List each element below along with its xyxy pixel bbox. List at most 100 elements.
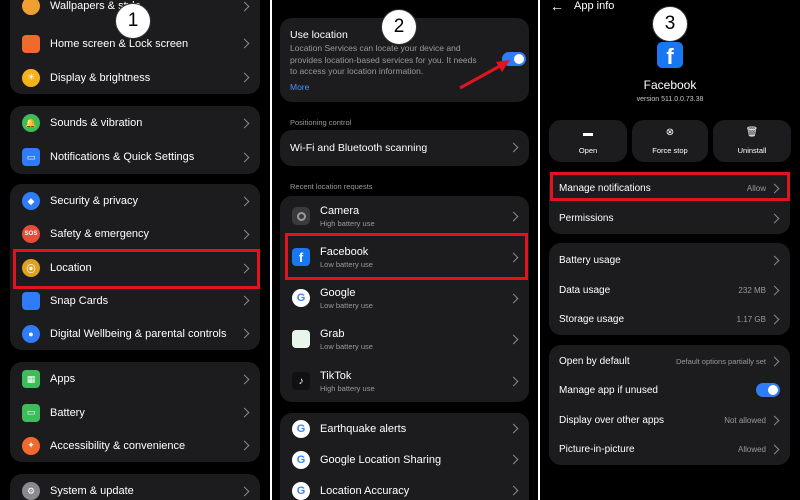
location-panel: Use location Location Services can locat… [272, 0, 538, 500]
highlight-box [13, 249, 260, 289]
google-icon: G [292, 481, 310, 500]
settings-item-display[interactable]: ☀ Display & brightness [10, 61, 260, 94]
storage-usage-item[interactable]: Storage usage 1.17 GB [549, 304, 790, 334]
manage-unused-toggle[interactable] [756, 383, 780, 397]
force-stop-label: Force stop [652, 146, 688, 155]
service-label: Earthquake alerts [320, 422, 407, 435]
battery-usage: Low battery use [320, 300, 373, 310]
chevron-right-icon [239, 72, 250, 83]
use-location-title: Use location [290, 29, 348, 41]
recent-item-grab[interactable]: Grab Low battery use [280, 318, 529, 360]
chevron-right-icon [239, 407, 250, 418]
notifications-icon: ▭ [22, 148, 40, 166]
recent-item-google[interactable]: G Google Low battery use [280, 278, 529, 318]
manage-unused-item[interactable]: Manage app if unused [549, 376, 790, 404]
app-name: Google [320, 286, 356, 299]
open-button[interactable]: ▬ Open [549, 120, 627, 162]
chevron-right-icon [508, 334, 519, 344]
settings-item-security[interactable]: ◆ Security & privacy [10, 184, 260, 218]
settings-item-digital-wellbeing[interactable]: ● Digital Wellbeing & parental controls [10, 317, 260, 350]
settings-group-system: ⚙ System & update [10, 474, 260, 500]
settings-item-system[interactable]: ⚙ System & update [10, 474, 260, 500]
force-stop-button[interactable]: ⊗ Force stop [632, 120, 708, 162]
chevron-right-icon [239, 295, 250, 306]
chevron-right-icon [508, 293, 519, 303]
apps-grid-icon: ▦ [22, 370, 40, 388]
google-icon: G [292, 289, 310, 307]
highlight-box [285, 233, 528, 280]
service-google-location-sharing[interactable]: G Google Location Sharing [280, 444, 529, 475]
highlight-box [550, 172, 790, 201]
use-location-description: Location Services can locate your device… [290, 43, 477, 76]
more-link[interactable]: More [290, 82, 309, 92]
chevron-right-icon [769, 285, 780, 295]
app-name: TikTok [320, 369, 352, 382]
display-over-label: Display over other apps [559, 414, 665, 426]
chevron-right-icon [769, 213, 780, 223]
storage-usage-label: Storage usage [559, 313, 625, 325]
app-name: Facebook [643, 78, 697, 92]
settings-group-sound: 🔔 Sounds & vibration ▭ Notifications & Q… [10, 106, 260, 174]
settings-item-sounds[interactable]: 🔔 Sounds & vibration [10, 106, 260, 140]
recent-requests-list: Camera High battery use f Facebook Low bat… [280, 196, 529, 402]
grab-icon [292, 330, 310, 348]
chevron-right-icon [239, 1, 250, 11]
battery-usage: High battery use [320, 383, 375, 393]
recent-item-tiktok[interactable]: ♪ TikTok High battery use [280, 360, 529, 402]
settings-item-notifications[interactable]: ▭ Notifications & Quick Settings [10, 140, 260, 174]
app-name: Grab [320, 327, 345, 340]
settings-item-battery[interactable]: ▭ Battery [10, 396, 260, 429]
data-usage-label: Data usage [559, 284, 611, 296]
battery-usage: High battery use [320, 218, 375, 228]
step-badge: 1 [115, 3, 151, 39]
advanced-group: Open by default Default options partiall… [549, 345, 790, 465]
facebook-icon: f [657, 42, 683, 68]
chevron-right-icon [239, 374, 250, 384]
chevron-right-icon [769, 356, 780, 366]
home-screen-icon [22, 34, 40, 53]
permissions-item[interactable]: Permissions [549, 204, 790, 232]
uninstall-button[interactable]: 🗑 Uninstall [713, 120, 791, 162]
red-arrow-icon [459, 60, 510, 90]
display-over-item[interactable]: Display over other apps Not allowed [549, 406, 790, 434]
palette-icon [22, 0, 40, 15]
usage-group: Battery usage Data usage 232 MB Storage … [549, 243, 790, 335]
wifi-bluetooth-scanning[interactable]: Wi-Fi and Bluetooth scanning [280, 130, 529, 166]
camera-icon [292, 207, 310, 225]
chevron-right-icon [508, 142, 519, 153]
chevron-right-icon [508, 376, 519, 386]
battery-usage-label: Battery usage [559, 254, 621, 266]
pip-value: Allowed [737, 444, 766, 454]
permissions-label: Permissions [559, 212, 614, 224]
service-label: Google Location Sharing [320, 453, 442, 466]
service-location-accuracy[interactable]: G Location Accuracy [280, 475, 529, 500]
chevron-right-icon [769, 415, 780, 425]
app-name: Camera [320, 204, 360, 217]
chevron-right-icon [239, 118, 250, 128]
settings-item-accessibility[interactable]: ✦ Accessibility & convenience [10, 429, 260, 462]
stop-icon: ⊗ [665, 127, 675, 138]
sun-icon: ☀ [22, 68, 40, 87]
trash-icon: 🗑 [745, 127, 759, 138]
data-usage-value: 232 MB [738, 285, 766, 295]
battery-icon: ▭ [22, 403, 40, 422]
positioning-header: Positioning control [290, 118, 352, 127]
service-earthquake-alerts[interactable]: G Earthquake alerts [280, 413, 529, 444]
chevron-right-icon [508, 211, 519, 221]
pip-item[interactable]: Picture-in-picture Allowed [549, 435, 790, 463]
folder-open-icon: ▬ [583, 128, 593, 139]
open-by-default-item[interactable]: Open by default Default options partiall… [549, 347, 790, 375]
service-label: Location Accuracy [320, 484, 410, 497]
recent-item-camera[interactable]: Camera High battery use [280, 196, 529, 236]
chevron-right-icon [769, 255, 780, 265]
battery-usage-item[interactable]: Battery usage [549, 245, 790, 275]
app-version: version 511.0.0.73.38 [636, 96, 704, 103]
data-usage-item[interactable]: Data usage 232 MB [549, 275, 790, 305]
chevron-right-icon [239, 229, 250, 239]
step-badge: 3 [652, 6, 688, 42]
bell-icon: 🔔 [22, 114, 40, 132]
page-title: App info [574, 0, 615, 12]
settings-item-safety[interactable]: SOS Safety & emergency [10, 217, 260, 251]
back-arrow-icon[interactable]: ← [550, 0, 564, 14]
settings-item-apps[interactable]: ▦ Apps [10, 362, 260, 396]
